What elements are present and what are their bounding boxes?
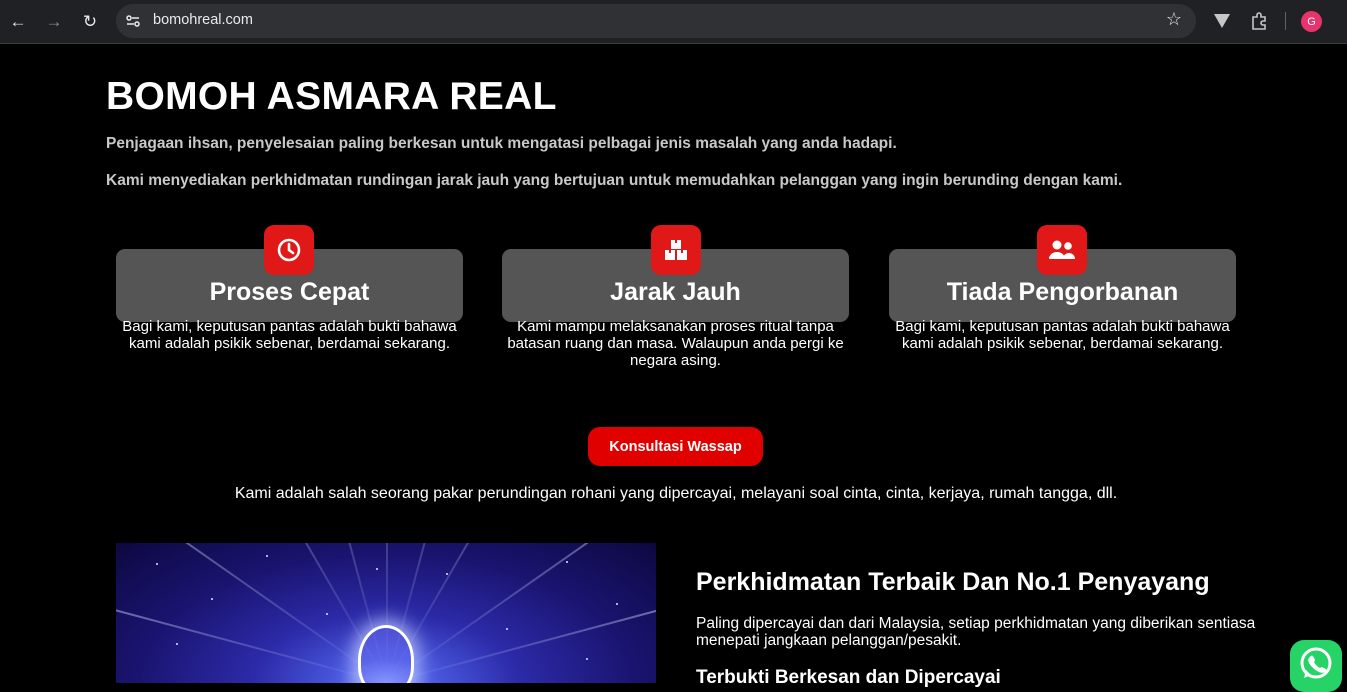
clock-icon: [264, 225, 314, 275]
glowing-orb: [358, 625, 414, 683]
whatsapp-consult-button[interactable]: Konsultasi Wassap: [588, 427, 763, 466]
feature-title: Proses Cepat: [209, 278, 370, 306]
hero-paragraph-1: Penjagaan ihsan, penyelesaian paling ber…: [106, 135, 897, 152]
browser-toolbar: ← → ↻ bomohreal.com ☆ G: [0, 0, 1347, 44]
users-icon: [1037, 225, 1087, 275]
page-content: BOMOH ASMARA REAL Penjagaan ihsan, penye…: [0, 45, 1347, 692]
page-title: BOMOH ASMARA REAL: [106, 75, 557, 118]
feature-title: Jarak Jauh: [610, 278, 741, 306]
feature-text: Bagi kami, keputusan pantas adalah bukti…: [895, 318, 1230, 352]
feature-title: Tiada Pengorbanan: [946, 278, 1179, 306]
tagline: Kami adalah salah seorang pakar perundin…: [234, 485, 1118, 502]
toolbar-divider: [1285, 12, 1286, 30]
reload-icon[interactable]: ↻: [77, 9, 103, 35]
whatsapp-float-button[interactable]: [1290, 640, 1342, 692]
address-bar[interactable]: bomohreal.com ☆: [116, 4, 1196, 38]
forward-icon[interactable]: →: [41, 9, 67, 35]
profile-avatar[interactable]: G: [1301, 11, 1322, 32]
extension-v-icon[interactable]: [1211, 10, 1233, 32]
section-title: Perkhidmatan Terbaik Dan No.1 Penyayang: [696, 568, 1210, 596]
site-info-icon[interactable]: [124, 12, 142, 30]
bookmark-star-icon[interactable]: ☆: [1166, 9, 1182, 30]
boxes-icon: [651, 225, 701, 275]
section-paragraph: Paling dipercayai dan dari Malaysia, set…: [696, 615, 1256, 649]
hero-paragraph-2: Kami menyediakan perkhidmatan rundingan …: [106, 172, 1123, 189]
whatsapp-icon: [1297, 645, 1335, 688]
back-icon[interactable]: ←: [5, 9, 31, 35]
feature-text: Kami mampu melaksanakan proses ritual ta…: [507, 318, 844, 369]
url-text[interactable]: bomohreal.com: [153, 12, 253, 28]
spiritual-energy-image: [116, 543, 656, 683]
feature-text: Bagi kami, keputusan pantas adalah bukti…: [122, 318, 457, 352]
extensions-puzzle-icon[interactable]: [1248, 10, 1270, 32]
section-subtitle: Terbukti Berkesan dan Dipercayai: [696, 667, 1001, 688]
